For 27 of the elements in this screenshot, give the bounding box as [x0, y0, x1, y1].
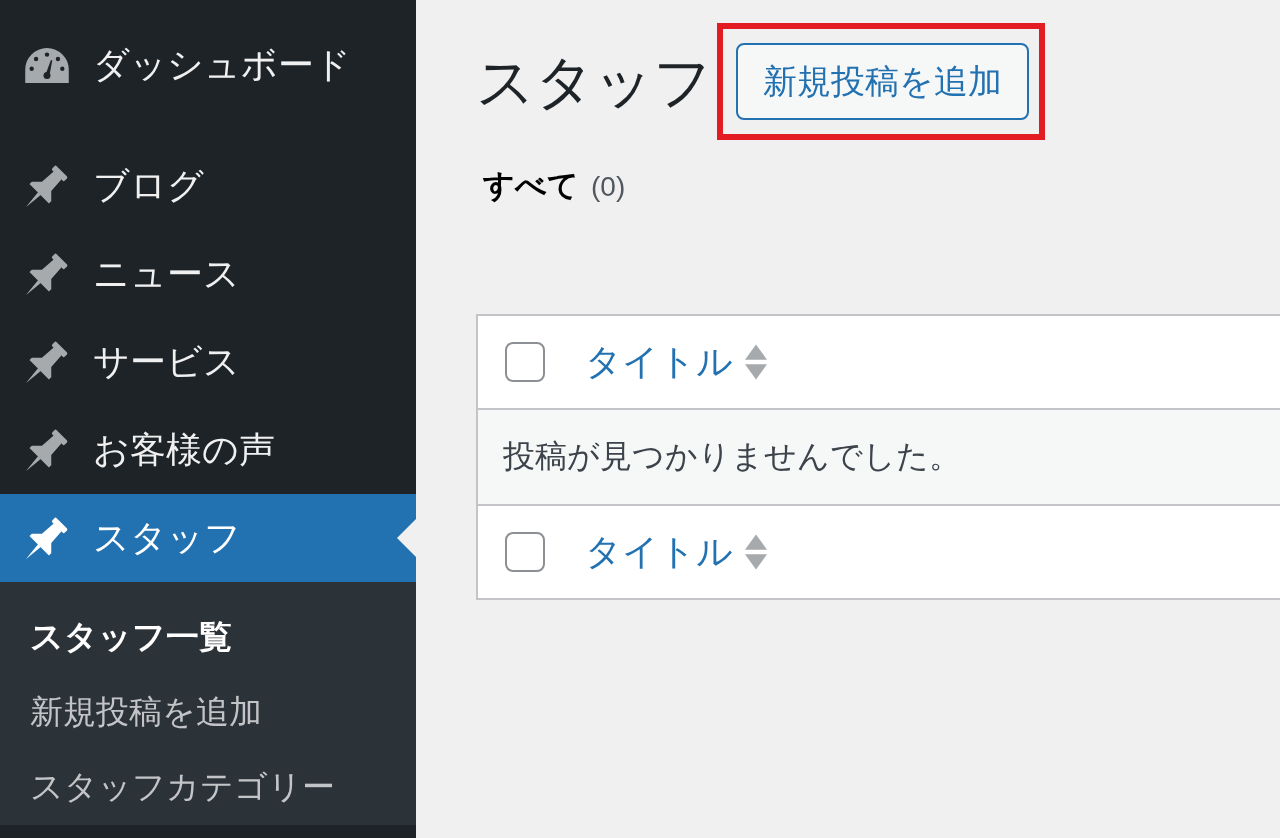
sidebar-menu-item[interactable]: スタッフ — [0, 494, 416, 582]
pushpin-icon — [25, 516, 69, 560]
dashboard-gauge-icon — [25, 47, 69, 83]
post-count: (0) — [591, 171, 626, 203]
title-column-header[interactable]: タイトル — [585, 527, 767, 577]
select-all-checkbox[interactable] — [505, 532, 545, 573]
pushpin-icon — [25, 340, 69, 384]
submenu-item[interactable]: 新規投稿を追加 — [0, 675, 262, 750]
empty-message: 投稿が見つかりませんでした。 — [503, 437, 961, 477]
pushpin-icon — [25, 164, 69, 208]
add-new-button[interactable]: 新規投稿を追加 — [736, 43, 1029, 120]
sidebar-menu-item[interactable]: ニュース — [0, 230, 416, 318]
sidebar-menu-item[interactable]: お客様の声 — [0, 406, 416, 494]
pushpin-icon — [25, 252, 69, 296]
filter-link[interactable]: すべて — [483, 167, 579, 205]
sort-icon — [745, 534, 767, 571]
sidebar-menu-item[interactable]: サービス — [0, 318, 416, 406]
current-arrow-icon — [397, 519, 416, 557]
title-column-header[interactable]: タイトル — [585, 337, 767, 387]
sidebar-menu-item[interactable]: ブログ — [0, 142, 416, 230]
pushpin-icon — [25, 428, 69, 472]
submenu-item[interactable]: スタッフ一覧 — [0, 600, 232, 675]
submenu-item[interactable]: スタッフカテゴリー — [0, 750, 335, 825]
sidebar-menu-item[interactable]: ダッシュボード — [0, 21, 416, 109]
page-title: スタッフ — [476, 47, 712, 116]
select-all-checkbox[interactable] — [505, 342, 545, 383]
sort-icon — [745, 344, 767, 381]
